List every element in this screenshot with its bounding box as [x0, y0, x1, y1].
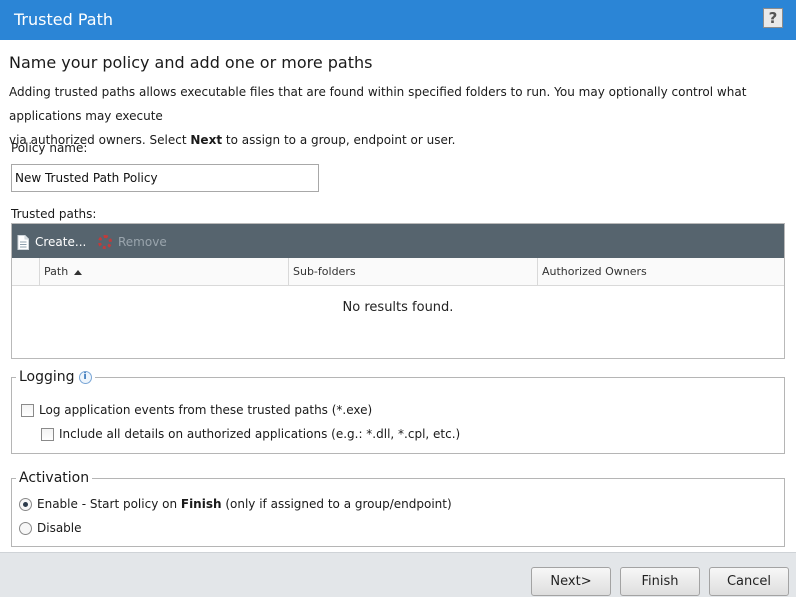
description-line-2: via authorized owners. Select Next to as…: [9, 128, 794, 152]
activation-group: [11, 478, 785, 547]
logging-legend: Logging i: [16, 369, 95, 385]
column-path-label: Path: [44, 265, 69, 278]
column-header-path[interactable]: Path: [39, 258, 288, 286]
include-details-label[interactable]: Include all details on authorized applic…: [59, 427, 460, 441]
include-details-checkbox[interactable]: [41, 428, 54, 441]
new-document-icon: [17, 234, 29, 250]
empty-message: No results found.: [342, 300, 454, 315]
column-sub-folders-label: Sub-folders: [293, 265, 356, 278]
finish-button[interactable]: Finish: [620, 567, 700, 596]
create-button[interactable]: Create...: [17, 232, 86, 252]
title-bar: Trusted Path ?: [0, 0, 796, 40]
help-button[interactable]: ?: [763, 8, 783, 28]
next-button[interactable]: Next>: [531, 567, 611, 596]
enable-label[interactable]: Enable - Start policy on Finish (only if…: [37, 497, 452, 511]
disable-radio[interactable]: [19, 522, 32, 535]
cancel-button[interactable]: Cancel: [709, 567, 789, 596]
grid-toolbar: Create... Remove: [12, 224, 784, 258]
column-header-sub-folders[interactable]: Sub-folders: [288, 258, 537, 286]
sort-ascending-icon: [74, 269, 83, 275]
enable-radio[interactable]: [19, 498, 32, 511]
trusted-paths-grid: Create... Remove Path Sub-folders Author…: [11, 223, 785, 359]
enable-label-text: Enable - Start policy on: [37, 497, 181, 511]
help-icon: ?: [768, 9, 778, 27]
window-title: Trusted Path: [14, 10, 113, 29]
select-column-header[interactable]: [12, 258, 39, 286]
column-owners-label: Authorized Owners: [542, 265, 647, 278]
description-next-emphasis: Next: [190, 133, 223, 147]
policy-name-input[interactable]: [11, 164, 319, 192]
activation-legend: Activation: [16, 470, 93, 486]
remove-button[interactable]: Remove: [98, 232, 167, 252]
grid-header: Path Sub-folders Authorized Owners: [12, 258, 784, 286]
column-header-authorized-owners[interactable]: Authorized Owners: [537, 258, 786, 286]
enable-label-finish: Finish: [180, 497, 222, 511]
trusted-paths-label: Trusted paths:: [11, 207, 97, 221]
log-events-checkbox[interactable]: [21, 404, 34, 417]
info-icon[interactable]: i: [78, 370, 92, 384]
policy-name-label: Policy name:: [11, 141, 88, 155]
log-events-label[interactable]: Log application events from these truste…: [39, 403, 372, 417]
logging-legend-text: Logging: [19, 369, 75, 385]
dialog-footer: Next> Finish Cancel: [0, 552, 796, 597]
remove-icon: [98, 235, 112, 249]
page-description: Adding trusted paths allows executable f…: [9, 80, 794, 152]
description-text-end: to assign to a group, endpoint or user.: [222, 133, 456, 147]
create-button-label: Create...: [35, 235, 87, 249]
enable-label-suffix: (only if assigned to a group/endpoint): [221, 497, 452, 511]
page-heading: Name your policy and add one or more pat…: [9, 53, 373, 72]
description-line-1: Adding trusted paths allows executable f…: [9, 85, 747, 123]
disable-label[interactable]: Disable: [37, 521, 82, 535]
remove-button-label: Remove: [118, 235, 167, 249]
